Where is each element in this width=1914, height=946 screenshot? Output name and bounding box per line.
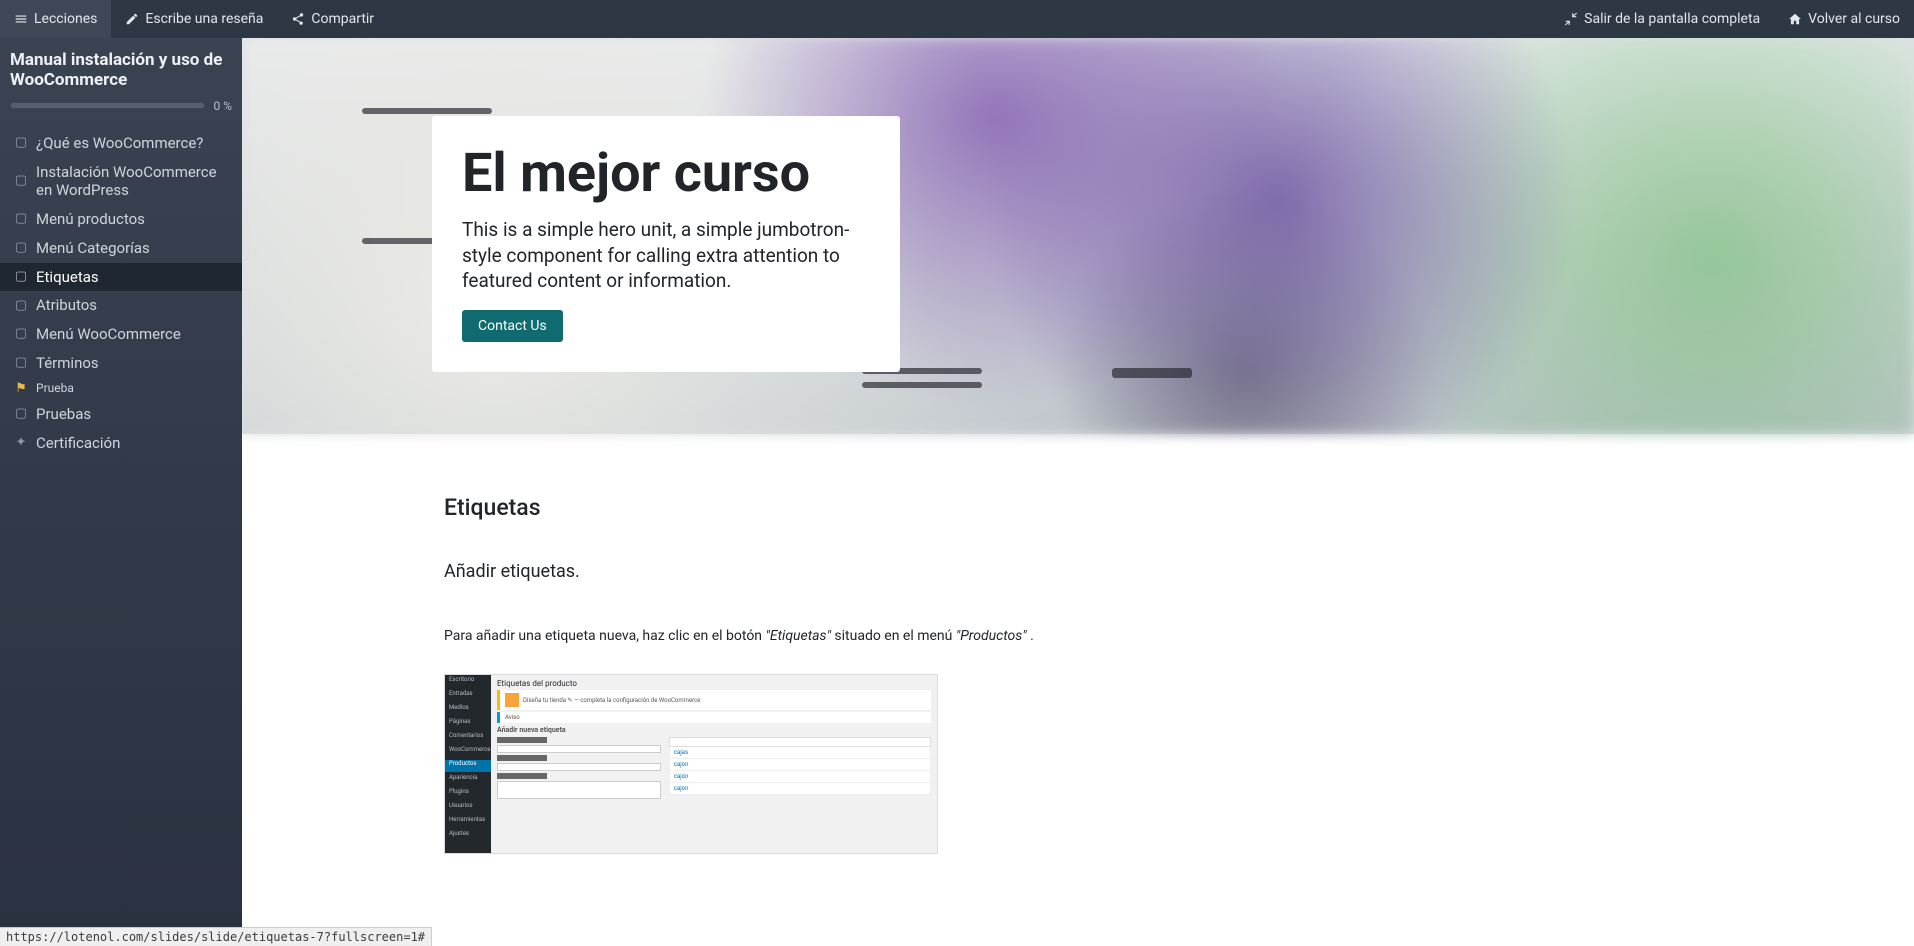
hero-card: El mejor curso This is a simple hero uni…	[432, 116, 900, 372]
sidebar-item-0[interactable]: ▢ ¿Qué es WooCommerce?	[0, 129, 242, 158]
flag-icon: ⚑	[14, 381, 28, 397]
sidebar-item-7[interactable]: ▢ Términos	[0, 349, 242, 378]
sidebar-item-10[interactable]: ✦ Certificación	[0, 429, 242, 458]
pencil-icon	[125, 12, 139, 26]
course-sidebar: Manual instalación y uso de WooCommerce …	[0, 38, 242, 946]
hero-title: El mejor curso	[462, 142, 870, 205]
sidebar-item-1[interactable]: ▢ Instalación WooCommerce en WordPress	[0, 158, 242, 206]
document-icon: ▢	[14, 173, 28, 189]
sidebar-item-label: Términos	[36, 354, 232, 373]
sidebar-item-4[interactable]: ▢ Etiquetas	[0, 263, 242, 292]
sidebar-item-label: Etiquetas	[36, 268, 232, 287]
sidebar-item-9[interactable]: ▢ Pruebas	[0, 400, 242, 429]
sidebar-item-label: Atributos	[36, 296, 232, 315]
nav-exit-fullscreen-label: Salir de la pantalla completa	[1584, 11, 1760, 27]
hero-text: This is a simple hero unit, a simple jum…	[462, 217, 870, 294]
sidebar-item-label: Menú productos	[36, 210, 232, 229]
certificate-icon: ✦	[14, 435, 28, 451]
document-icon: ▢	[14, 211, 28, 227]
nav-write-review-label: Escribe una reseña	[145, 11, 263, 27]
progress-percent: 0 %	[213, 99, 232, 113]
sidebar-item-5[interactable]: ▢ Atributos	[0, 291, 242, 320]
nav-write-review[interactable]: Escribe una reseña	[111, 0, 277, 38]
status-bar-url: https://lotenol.com/slides/slide/etiquet…	[0, 927, 432, 946]
article-lead: Añadir etiquetas.	[444, 561, 1184, 582]
nav-exit-fullscreen[interactable]: Salir de la pantalla completa	[1550, 0, 1774, 38]
article-heading: Etiquetas	[444, 494, 1184, 521]
article-paragraph: Para añadir una etiqueta nueva, haz clic…	[444, 628, 1184, 644]
contact-us-button[interactable]: Contact Us	[462, 310, 563, 342]
menu-icon	[14, 12, 28, 26]
sidebar-item-label: ¿Qué es WooCommerce?	[36, 134, 232, 153]
main-content: El mejor curso This is a simple hero uni…	[242, 38, 1914, 946]
document-icon: ▢	[14, 298, 28, 314]
document-icon: ▢	[14, 240, 28, 256]
document-icon: ▢	[14, 406, 28, 422]
nav-back-to-course-label: Volver al curso	[1808, 11, 1900, 27]
lesson-article: Etiquetas Añadir etiquetas. Para añadir …	[242, 434, 1914, 854]
exit-fullscreen-icon	[1564, 12, 1578, 26]
home-icon	[1788, 12, 1802, 26]
sidebar-item-label: Certificación	[36, 434, 232, 453]
nav-lessons[interactable]: Lecciones	[0, 0, 111, 38]
nav-share-label: Compartir	[311, 11, 374, 27]
document-icon: ▢	[14, 355, 28, 371]
lesson-list: ▢ ¿Qué es WooCommerce? ▢ Instalación WooCom…	[0, 129, 242, 458]
sidebar-item-3[interactable]: ▢ Menú Categorías	[0, 234, 242, 263]
sidebar-item-label: Instalación WooCommerce en WordPress	[36, 163, 232, 201]
sidebar-item-label: Pruebas	[36, 405, 232, 424]
course-title: Manual instalación y uso de WooCommerce	[0, 38, 242, 99]
nav-back-to-course[interactable]: Volver al curso	[1774, 0, 1914, 38]
embedded-screenshot: Escritorio Entradas Medios Páginas Comen…	[444, 674, 938, 854]
sidebar-item-6[interactable]: ▢ Menú WooCommerce	[0, 320, 242, 349]
document-icon: ▢	[14, 269, 28, 285]
sidebar-item-label: Menú Categorías	[36, 239, 232, 258]
nav-lessons-label: Lecciones	[34, 11, 97, 27]
nav-share[interactable]: Compartir	[277, 0, 388, 38]
progress-bar	[10, 102, 205, 109]
document-icon: ▢	[14, 326, 28, 342]
course-progress: 0 %	[0, 99, 242, 121]
top-nav: Lecciones Escribe una reseña Compartir S…	[0, 0, 1914, 38]
sidebar-item-label: Prueba	[36, 381, 232, 396]
sidebar-item-8[interactable]: ⚑ Prueba	[0, 378, 242, 400]
sidebar-item-label: Menú WooCommerce	[36, 325, 232, 344]
hero-banner: El mejor curso This is a simple hero uni…	[242, 38, 1914, 434]
sidebar-item-2[interactable]: ▢ Menú productos	[0, 205, 242, 234]
share-icon	[291, 12, 305, 26]
document-icon: ▢	[14, 135, 28, 151]
